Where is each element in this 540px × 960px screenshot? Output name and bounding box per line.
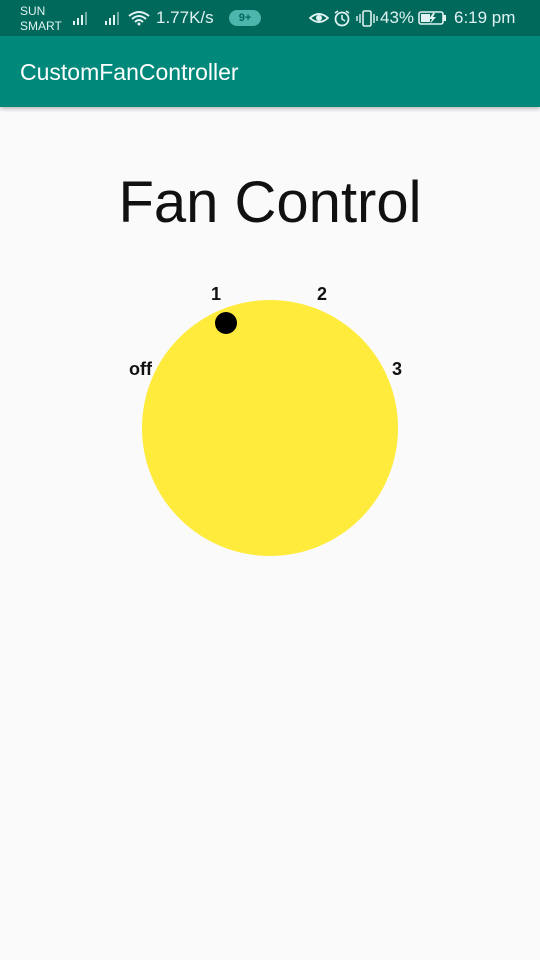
clock: 6:19 pm: [454, 8, 516, 27]
dial-label-off[interactable]: off: [129, 359, 152, 379]
dial-label-1[interactable]: 1: [211, 284, 221, 304]
signal-strength-icon-2: [105, 12, 119, 25]
dial-label-2[interactable]: 2: [317, 284, 327, 304]
status-bar: SUN SMART 1.77K/s 9+ 43% 6:19 pm: [0, 0, 540, 36]
carrier-line-1: SUN: [20, 4, 46, 18]
dial-label-3[interactable]: 3: [392, 359, 402, 379]
carrier-line-2: SMART: [20, 19, 62, 33]
battery-charging-icon: [418, 11, 446, 25]
fan-dial[interactable]: [0, 270, 540, 570]
carrier-name: SUN SMART: [20, 4, 62, 34]
battery-percent: 43%: [380, 8, 415, 27]
dial-position-indicator: [215, 312, 237, 334]
app-title: CustomFanController: [20, 59, 239, 85]
notification-badge: 9+: [229, 10, 261, 26]
alarm-icon: [334, 10, 350, 27]
eye-icon: [309, 13, 329, 23]
fan-dial-area: off 1 2 3: [0, 270, 540, 570]
signal-strength-icon: [73, 12, 87, 25]
vibrate-icon: [356, 10, 378, 27]
network-speed: 1.77K/s: [156, 8, 214, 27]
page-title: Fan Control: [118, 170, 422, 235]
wifi-icon: [128, 11, 150, 26]
fan-dial-knob[interactable]: [142, 300, 398, 556]
app-bar: CustomFanController: [0, 36, 540, 107]
